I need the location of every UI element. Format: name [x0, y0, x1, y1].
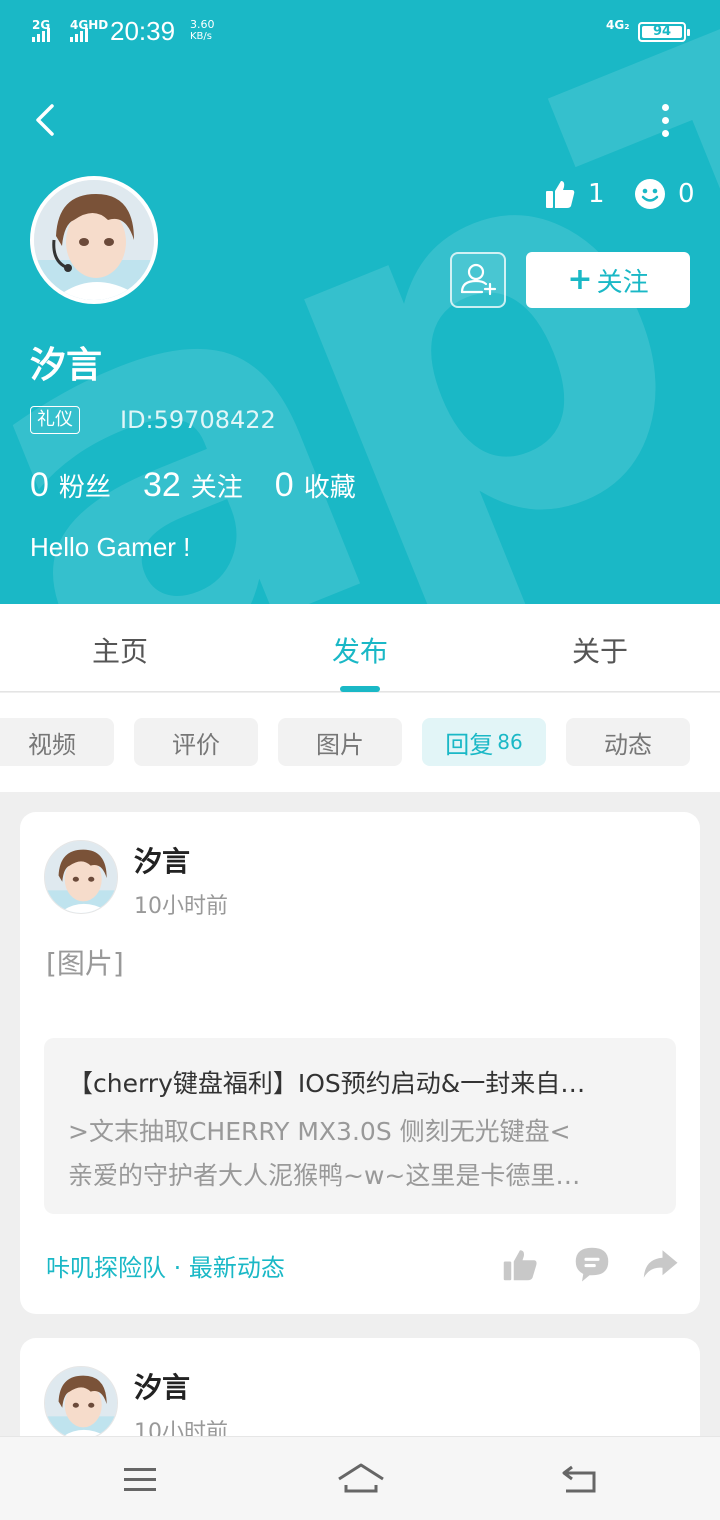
post-time: 10小时前: [134, 894, 228, 919]
battery-icon: 94: [638, 22, 690, 42]
network-speed: 3.60 KB/s: [190, 19, 215, 43]
post-topic[interactable]: 咔叽探险队 · 最新动态: [46, 1248, 285, 1283]
chip-image[interactable]: 图片: [278, 718, 402, 766]
chip-label: 视频: [28, 730, 76, 759]
tab-posts[interactable]: 发布: [240, 630, 480, 670]
avatar[interactable]: [30, 176, 158, 304]
smile-icon: [635, 179, 665, 209]
profile-stats: 0 粉丝 32 关注 0 收藏: [30, 466, 388, 505]
following-count[interactable]: 32: [143, 466, 181, 505]
back-button[interactable]: [28, 100, 68, 140]
post-actions: [500, 1244, 680, 1284]
status-bar: 2G 4GHD 20:39 3.60 KB/s 4G₂ 94: [0, 0, 720, 64]
signal-bars-icon: [70, 28, 88, 42]
profile-bio: Hello Gamer !: [30, 532, 191, 562]
profile-name: 汐言: [30, 345, 103, 386]
avatar-image: [34, 180, 154, 300]
chip-label: 回复: [445, 730, 494, 759]
chip-reply[interactable]: 回复 86: [422, 718, 546, 766]
thumb-up-icon: [546, 181, 575, 208]
post-avatar[interactable]: [44, 1366, 118, 1440]
post-avatar-image: [45, 841, 117, 913]
user-id: ID:59708422: [120, 406, 276, 434]
post-avatar[interactable]: [44, 840, 118, 914]
user-badge[interactable]: 礼仪: [30, 406, 80, 434]
tab-home[interactable]: 主页: [0, 630, 240, 670]
battery-level: 94: [652, 24, 672, 39]
add-friend-button[interactable]: [450, 252, 506, 308]
likes-count: 1: [588, 179, 605, 209]
profile-tabs: 主页 发布 关于: [0, 604, 720, 692]
signal-bars-icon: [32, 28, 50, 42]
tab-indicator: [340, 686, 380, 692]
back-icon: [36, 104, 54, 136]
quoted-line: >文末抽取CHERRY MX3.0S 侧刻无光键盘<: [68, 1117, 571, 1146]
menu-icon[interactable]: [122, 1465, 158, 1495]
tab-about[interactable]: 关于: [480, 630, 720, 670]
chip-label: 评价: [172, 730, 220, 759]
network-type: 4G₂: [606, 18, 630, 32]
chip-label: 图片: [316, 730, 364, 759]
smiles-count: 0: [678, 179, 695, 209]
follow-label: 关注: [596, 267, 649, 298]
return-icon[interactable]: [560, 1463, 600, 1495]
system-nav-bar: [0, 1436, 720, 1520]
chip-video[interactable]: 视频: [0, 718, 114, 766]
favorites-label[interactable]: 收藏: [304, 467, 356, 504]
smiles-stat[interactable]: 0: [634, 178, 695, 210]
chip-label: 动态: [604, 730, 652, 759]
favorites-count[interactable]: 0: [275, 466, 294, 505]
quoted-post[interactable]: 【cherry键盘福利】IOS预约启动&一封来自… >文末抽取CHERRY MX…: [44, 1038, 676, 1214]
chip-review[interactable]: 评价: [134, 718, 258, 766]
clock: 20:39: [110, 16, 176, 46]
home-icon[interactable]: [336, 1461, 386, 1497]
post-author[interactable]: 汐言: [134, 1366, 190, 1406]
quoted-line: 亲爱的守护者大人泥猴鸭~w~这里是卡德里…: [68, 1161, 581, 1190]
plus-icon: +: [567, 262, 593, 297]
speed-unit: KB/s: [190, 31, 212, 42]
profile-header: apTa 2G 4GHD 20:39 3.60 KB/s 4G₂ 94 1 0 …: [0, 0, 720, 604]
post-avatar-image: [45, 1367, 117, 1439]
following-label[interactable]: 关注: [191, 467, 243, 504]
likes-stat[interactable]: 1: [544, 178, 605, 210]
more-button[interactable]: [650, 100, 682, 140]
quoted-title: 【cherry键盘福利】IOS预约启动&一封来自…: [68, 1069, 586, 1098]
post-card[interactable]: 汐言 10小时前 [图片] 【cherry键盘福利】IOS预约启动&一封来自… …: [20, 812, 700, 1314]
thumb-up-icon[interactable]: [500, 1244, 540, 1284]
share-icon[interactable]: [640, 1244, 680, 1284]
chip-count: 86: [497, 730, 523, 754]
fans-label[interactable]: 粉丝: [59, 467, 111, 504]
chip-activity[interactable]: 动态: [566, 718, 690, 766]
comment-icon[interactable]: [572, 1244, 612, 1284]
post-body[interactable]: [图片]: [46, 942, 124, 982]
post-author[interactable]: 汐言: [134, 840, 190, 880]
add-friend-icon: [460, 263, 497, 296]
filter-chips: 视频 评价 图片 回复 86 动态: [0, 693, 720, 792]
fans-count[interactable]: 0: [30, 466, 49, 505]
follow-button[interactable]: + 关注: [526, 252, 690, 308]
speed-value: 3.60: [190, 18, 215, 31]
